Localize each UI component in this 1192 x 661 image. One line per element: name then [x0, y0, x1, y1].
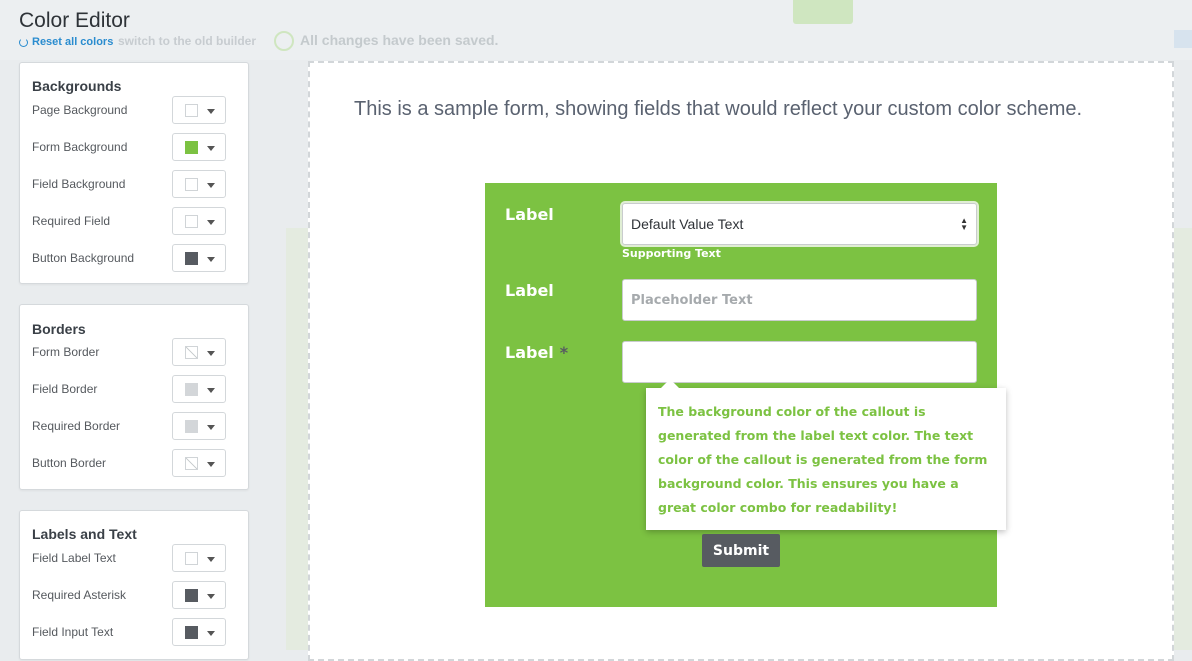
color-swatch — [185, 346, 198, 359]
color-row-page-background: Page Background — [32, 96, 238, 124]
color-picker-button[interactable] — [172, 170, 226, 198]
color-swatch — [185, 626, 198, 639]
color-swatch — [185, 141, 198, 154]
color-row-label: Form Background — [32, 140, 128, 154]
color-swatch — [185, 215, 198, 228]
sample-form: Label Default Value Text ▲ ▼ Supporting T… — [485, 183, 1006, 607]
color-row-form-background: Form Background — [32, 133, 238, 161]
color-picker-button[interactable] — [172, 581, 226, 609]
caret-down-icon — [207, 557, 215, 562]
field-label: Label — [505, 281, 554, 300]
caret-down-icon — [207, 631, 215, 636]
color-row-field-border: Field Border — [32, 375, 238, 403]
color-row-field-background: Field Background — [32, 170, 238, 198]
color-picker-button[interactable] — [172, 375, 226, 403]
color-picker-button[interactable] — [172, 133, 226, 161]
color-row-label: Form Border — [32, 345, 100, 359]
borders-heading: Borders — [32, 321, 86, 337]
editor-title: Color Editor — [19, 9, 130, 32]
color-picker-button[interactable] — [172, 618, 226, 646]
color-row-label: Page Background — [32, 103, 128, 117]
background-check-icon — [274, 31, 294, 51]
color-row-label: Button Background — [32, 251, 135, 265]
caret-down-icon — [207, 183, 215, 188]
field-label-text: Label — [505, 343, 554, 362]
background-topbar — [0, 0, 1192, 60]
validation-callout: The background color of the callout is g… — [646, 379, 1006, 530]
required-asterisk: * — [559, 343, 569, 362]
caret-down-icon — [207, 594, 215, 599]
color-row-label: Field Input Text — [32, 625, 114, 639]
color-row-button-background: Button Background — [32, 244, 238, 272]
color-row-label: Required Field — [32, 214, 111, 228]
color-swatch — [185, 420, 198, 433]
field-label: Label — [505, 205, 554, 224]
color-swatch — [185, 457, 198, 470]
color-picker-button[interactable] — [172, 412, 226, 440]
color-row-label: Required Border — [32, 419, 121, 433]
preview-intro-text: This is a sample form, showing fields th… — [354, 98, 1083, 120]
color-row-required-field: Required Field — [32, 207, 238, 235]
background-publish-button — [793, 0, 853, 24]
caret-down-icon — [207, 109, 215, 114]
select-value: Default Value Text — [631, 216, 744, 232]
color-swatch — [185, 552, 198, 565]
color-swatch — [185, 589, 198, 602]
form-preview: This is a sample form, showing fields th… — [308, 61, 1174, 661]
color-row-form-border: Form Border — [32, 338, 238, 366]
sample-text-input[interactable]: Placeholder Text — [622, 279, 977, 321]
color-swatch — [185, 383, 198, 396]
color-picker-button[interactable] — [172, 338, 226, 366]
caret-down-icon — [207, 257, 215, 262]
supporting-text: Supporting Text — [622, 247, 721, 260]
color-row-button-border: Button Border — [32, 449, 238, 477]
color-row-label: Field Background — [32, 177, 126, 191]
color-row-required-border: Required Border — [32, 412, 238, 440]
color-swatch — [185, 104, 198, 117]
color-row-label: Button Border — [32, 456, 107, 470]
caret-down-icon — [207, 388, 215, 393]
color-picker-button[interactable] — [172, 544, 226, 572]
color-row-label: Required Asterisk — [32, 588, 127, 602]
background-side-button — [1174, 30, 1192, 48]
color-row-label: Field Label Text — [32, 551, 116, 565]
color-row-field-label-text: Field Label Text — [32, 544, 238, 572]
color-row-required-asterisk: Required Asterisk — [32, 581, 238, 609]
select-arrows-icon: ▲ ▼ — [960, 216, 968, 232]
sample-select[interactable]: Default Value Text ▲ ▼ — [622, 203, 977, 245]
background-builder-note: switch to the old builder — [118, 34, 256, 48]
backgrounds-heading: Backgrounds — [32, 78, 122, 94]
required-field-label: Label * — [505, 343, 568, 362]
caret-down-icon — [207, 462, 215, 467]
required-text-input[interactable] — [622, 341, 977, 383]
color-picker-button[interactable] — [172, 244, 226, 272]
color-swatch — [185, 178, 198, 191]
reset-all-colors-label: Reset all colors — [32, 36, 114, 48]
submit-button[interactable]: Submit — [702, 534, 780, 567]
caret-down-icon — [207, 425, 215, 430]
color-picker-button[interactable] — [172, 207, 226, 235]
caret-down-icon — [207, 220, 215, 225]
refresh-icon — [19, 37, 28, 47]
labels-text-panel: Labels and Text Field Label Text Require… — [19, 510, 249, 660]
input-placeholder: Placeholder Text — [631, 293, 753, 308]
background-saved-status: All changes have been saved. — [300, 32, 499, 48]
color-picker-button[interactable] — [172, 96, 226, 124]
color-picker-button[interactable] — [172, 449, 226, 477]
borders-panel: Borders Form Border Field Border Require… — [19, 304, 249, 490]
callout-text: The background color of the callout is g… — [658, 404, 988, 515]
reset-all-colors-link[interactable]: Reset all colors — [19, 36, 113, 48]
backgrounds-panel: Backgrounds Page Background Form Backgro… — [19, 62, 249, 284]
caret-down-icon — [207, 351, 215, 356]
caret-down-icon — [207, 146, 215, 151]
color-swatch — [185, 252, 198, 265]
color-row-field-input-text: Field Input Text — [32, 618, 238, 646]
labels-text-heading: Labels and Text — [32, 526, 137, 542]
color-row-label: Field Border — [32, 382, 98, 396]
